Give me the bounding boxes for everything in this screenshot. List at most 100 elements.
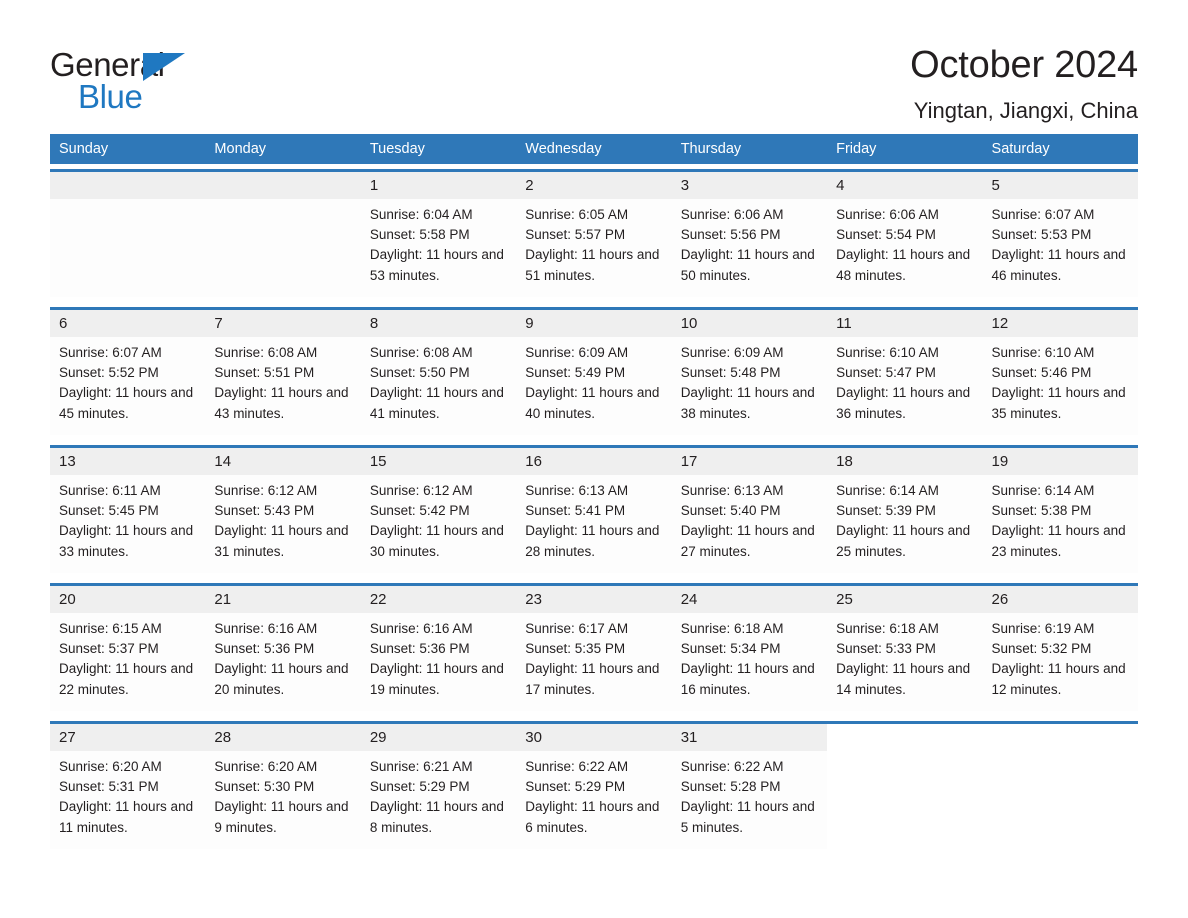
sunset-text: Sunset: 5:30 PM: [214, 779, 315, 795]
calendar-day-cell[interactable]: 4 Sunrise: 6:06 AM Sunset: 5:54 PM Daylight…: [827, 172, 983, 297]
weekday-header-thursday: Thursday: [680, 141, 742, 157]
calendar-day-cell[interactable]: 26 Sunrise: 6:19 AM Sunset: 5:32 PM Dayligh…: [982, 586, 1138, 711]
sunset-text: Sunset: 5:29 PM: [525, 779, 626, 795]
day-sun-info: Sunrise: 6:07 AM Sunset: 5:53 PM Daylight:…: [983, 199, 1138, 286]
sunset-text: Sunset: 5:32 PM: [991, 641, 1092, 657]
day-number: 14: [205, 448, 361, 475]
calendar-day-cell[interactable]: 7 Sunrise: 6:08 AM Sunset: 5:51 PM Daylight…: [205, 310, 361, 435]
sunrise-text: Sunrise: 6:09 AM: [525, 345, 629, 360]
calendar-day-cell[interactable]: 8 Sunrise: 6:08 AM Sunset: 5:50 PM Daylight…: [360, 310, 517, 435]
calendar-day-cell[interactable]: 29 Sunrise: 6:21 AM Sunset: 5:29 PM Dayligh…: [360, 724, 517, 849]
sunset-text: Sunset: 5:50 PM: [369, 365, 470, 381]
calendar-day-cell[interactable]: 21 Sunrise: 6:16 AM Sunset: 5:36 PM Dayligh…: [205, 586, 361, 711]
day-sun-info: Sunrise: 6:14 AM Sunset: 5:39 PM Daylight:…: [827, 475, 982, 562]
day-sun-info: Sunrise: 6:15 AM Sunset: 5:37 PM Daylight:…: [50, 613, 205, 700]
day-sun-info: Sunrise: 6:08 AM Sunset: 5:50 PM Daylight:…: [361, 337, 516, 424]
calendar-day-cell[interactable]: 23 Sunrise: 6:17 AM Sunset: 5:35 PM Dayligh…: [516, 586, 672, 711]
calendar-day-cell[interactable]: 31 Sunrise: 6:22 AM Sunset: 5:28 PM Dayligh…: [671, 724, 828, 849]
sunset-text: Sunset: 5:28 PM: [680, 779, 781, 795]
sunrise-text: Sunrise: 6:10 AM: [836, 345, 939, 360]
day-sun-info: Sunrise: 6:14 AM Sunset: 5:38 PM Daylight:…: [983, 475, 1138, 562]
title-block: October 2024 Yingtan, Jiangxi, China: [200, 45, 1138, 123]
weekday-header-tuesday: Tuesday: [369, 141, 425, 157]
weekday-header-saturday: Saturday: [991, 141, 1050, 157]
calendar-week-row: 1 Sunrise: 6:04 AM Sunset: 5:58 PM Daylight…: [50, 169, 1138, 297]
day-number: 11: [827, 310, 983, 337]
sunset-text: Sunset: 5:33 PM: [836, 641, 936, 657]
day-number: 28: [205, 724, 361, 751]
calendar-day-cell[interactable]: 10 Sunrise: 6:09 AM Sunset: 5:48 PM Dayligh…: [671, 310, 828, 435]
sunrise-text: Sunrise: 6:10 AM: [991, 345, 1095, 360]
logo-text-blue: Blue: [78, 78, 143, 115]
calendar-day-cell[interactable]: 6 Sunrise: 6:07 AM Sunset: 5:52 PM Daylight…: [50, 310, 206, 435]
calendar-day-cell[interactable]: 5 Sunrise: 6:07 AM Sunset: 5:53 PM Daylight…: [982, 172, 1138, 297]
calendar-day-cell[interactable]: 27 Sunrise: 6:20 AM Sunset: 5:31 PM Dayligh…: [50, 724, 206, 849]
calendar-grid: Sunday Monday Tuesday Wednesday Thursday Frid…: [50, 134, 1138, 849]
day-number: 13: [50, 448, 206, 475]
sunrise-text: Sunrise: 6:22 AM: [680, 759, 784, 774]
calendar-day-cell[interactable]: 24 Sunrise: 6:18 AM Sunset: 5:34 PM Dayligh…: [671, 586, 828, 711]
day-number: 20: [50, 586, 206, 613]
calendar-day-cell[interactable]: 15 Sunrise: 6:12 AM Sunset: 5:42 PM Dayligh…: [360, 448, 517, 573]
daylight-text: Daylight: 11 hours and 25 minutes.: [836, 523, 971, 559]
daylight-text: Daylight: 11 hours and 11 minutes.: [59, 799, 194, 835]
day-number: 26: [982, 586, 1138, 613]
day-number: 5: [982, 172, 1138, 199]
sunset-text: Sunset: 5:29 PM: [369, 779, 470, 795]
calendar-day-cell[interactable]: 25 Sunrise: 6:18 AM Sunset: 5:33 PM Dayligh…: [827, 586, 983, 711]
day-sun-info: Sunrise: 6:12 AM Sunset: 5:43 PM Daylight:…: [205, 475, 360, 562]
daylight-text: Daylight: 11 hours and 30 minutes.: [369, 523, 504, 559]
calendar-day-cell[interactable]: 2 Sunrise: 6:05 AM Sunset: 5:57 PM Daylight…: [516, 172, 672, 297]
sunset-text: Sunset: 5:56 PM: [680, 227, 781, 243]
sunset-text: Sunset: 5:35 PM: [525, 641, 626, 657]
sunset-text: Sunset: 5:43 PM: [214, 503, 315, 519]
calendar-day-cell[interactable]: 20 Sunrise: 6:15 AM Sunset: 5:37 PM Dayligh…: [50, 586, 206, 711]
day-number: 8: [360, 310, 517, 337]
calendar-day-cell[interactable]: 22 Sunrise: 6:16 AM Sunset: 5:36 PM Dayligh…: [360, 586, 517, 711]
day-number: 29: [360, 724, 517, 751]
calendar-day-cell-empty: [205, 172, 361, 297]
sunrise-text: Sunrise: 6:20 AM: [59, 759, 162, 774]
sunset-text: Sunset: 5:57 PM: [525, 227, 626, 243]
calendar-day-cell[interactable]: 13 Sunrise: 6:11 AM Sunset: 5:45 PM Dayligh…: [50, 448, 206, 573]
calendar-day-cell[interactable]: 12 Sunrise: 6:10 AM Sunset: 5:46 PM Dayligh…: [982, 310, 1138, 435]
sunrise-text: Sunrise: 6:08 AM: [214, 345, 318, 360]
calendar-day-cell[interactable]: 3 Sunrise: 6:06 AM Sunset: 5:56 PM Daylight…: [671, 172, 828, 297]
calendar-day-cell[interactable]: 14 Sunrise: 6:12 AM Sunset: 5:43 PM Dayligh…: [205, 448, 361, 573]
calendar-week-row: 6 Sunrise: 6:07 AM Sunset: 5:52 PM Daylight…: [50, 307, 1138, 435]
calendar-day-cell[interactable]: 9 Sunrise: 6:09 AM Sunset: 5:49 PM Daylight…: [516, 310, 672, 435]
general-blue-logo: General Blue: [50, 46, 200, 122]
daylight-text: Daylight: 11 hours and 16 minutes.: [680, 661, 815, 697]
day-sun-info: Sunrise: 6:06 AM Sunset: 5:56 PM Daylight:…: [672, 199, 827, 286]
day-number: 7: [205, 310, 361, 337]
calendar-day-cell[interactable]: 30 Sunrise: 6:22 AM Sunset: 5:29 PM Dayligh…: [516, 724, 672, 849]
calendar-day-cell[interactable]: 19 Sunrise: 6:14 AM Sunset: 5:38 PM Dayligh…: [982, 448, 1138, 573]
calendar-day-cell[interactable]: 17 Sunrise: 6:13 AM Sunset: 5:40 PM Dayligh…: [671, 448, 828, 573]
sunrise-text: Sunrise: 6:21 AM: [369, 759, 473, 774]
day-number: 10: [671, 310, 828, 337]
day-number: 24: [671, 586, 828, 613]
day-number: [50, 172, 206, 199]
sunrise-text: Sunrise: 6:12 AM: [369, 483, 473, 498]
daylight-text: Daylight: 11 hours and 46 minutes.: [991, 247, 1126, 283]
sunrise-text: Sunrise: 6:16 AM: [214, 621, 318, 636]
calendar-day-cell[interactable]: 16 Sunrise: 6:13 AM Sunset: 5:41 PM Dayligh…: [516, 448, 672, 573]
sunset-text: Sunset: 5:40 PM: [680, 503, 781, 519]
calendar-page: General Blue October 2024 Yingtan, Jiang…: [0, 0, 1188, 918]
day-number: 19: [982, 448, 1138, 475]
daylight-text: Daylight: 11 hours and 40 minutes.: [525, 385, 660, 421]
sunrise-text: Sunrise: 6:16 AM: [369, 621, 473, 636]
daylight-text: Daylight: 11 hours and 43 minutes.: [214, 385, 349, 421]
calendar-day-cell[interactable]: 11 Sunrise: 6:10 AM Sunset: 5:47 PM Dayligh…: [827, 310, 983, 435]
sunrise-text: Sunrise: 6:12 AM: [214, 483, 318, 498]
sunrise-text: Sunrise: 6:18 AM: [836, 621, 939, 636]
calendar-day-cell[interactable]: 18 Sunrise: 6:14 AM Sunset: 5:39 PM Dayligh…: [827, 448, 983, 573]
day-number: 25: [827, 586, 983, 613]
weekday-header-wednesday: Wednesday: [525, 141, 602, 157]
calendar-day-cell[interactable]: 1 Sunrise: 6:04 AM Sunset: 5:58 PM Daylight…: [360, 172, 517, 297]
calendar-day-cell[interactable]: 28 Sunrise: 6:20 AM Sunset: 5:30 PM Dayligh…: [205, 724, 361, 849]
day-number: 27: [50, 724, 206, 751]
page-subtitle: Yingtan, Jiangxi, China: [913, 97, 1138, 123]
day-sun-info: Sunrise: 6:22 AM Sunset: 5:28 PM Daylight:…: [672, 751, 827, 838]
day-sun-info: Sunrise: 6:09 AM Sunset: 5:48 PM Daylight:…: [672, 337, 827, 424]
